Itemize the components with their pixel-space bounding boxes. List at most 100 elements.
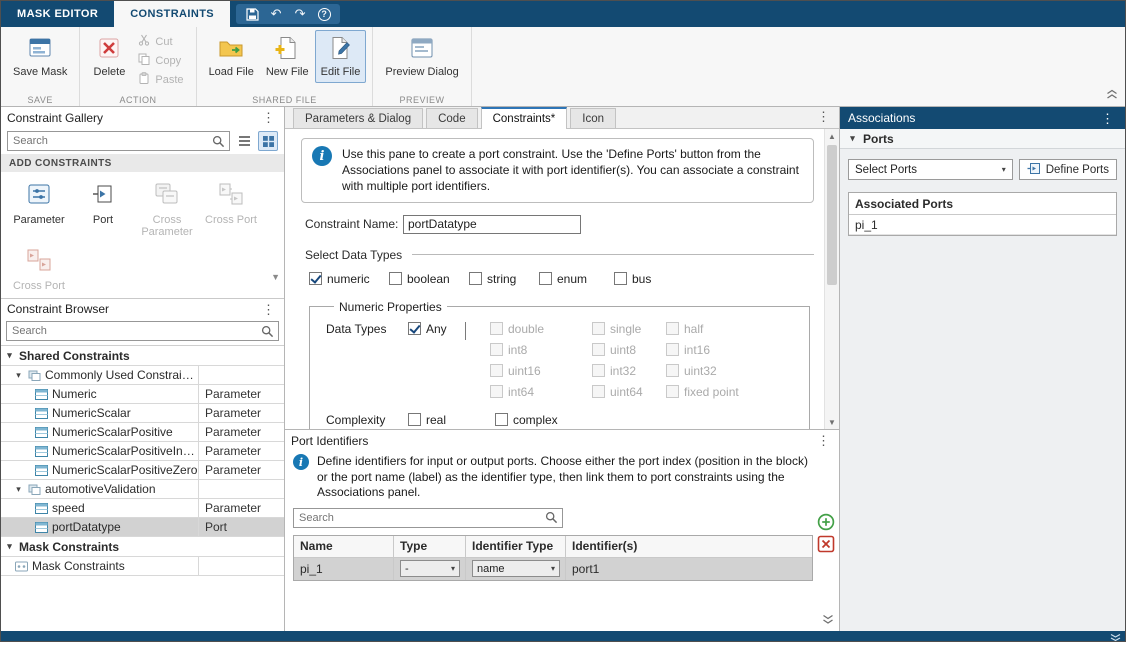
port-identifiers-table: Name Type Identifier Type Identifier(s) … [293, 535, 813, 581]
select-ports-dropdown[interactable]: Select Ports ▾ [848, 159, 1013, 180]
gallery-scroll-down-icon[interactable]: ▼ [271, 272, 280, 282]
checkbox [490, 385, 503, 398]
save-mask-icon [27, 35, 53, 64]
editor-menu-icon[interactable]: ⋮ [814, 110, 833, 123]
new-file-button[interactable]: New File [260, 30, 315, 83]
tree-group-commonly-used[interactable]: ▾ Commonly Used Constraints (R... [1, 366, 284, 385]
edit-file-button[interactable]: Edit File [315, 30, 367, 83]
tree-item-numericscalarpositive[interactable]: NumericScalarPositive Parameter [1, 423, 284, 442]
list-view-toggle[interactable] [234, 131, 254, 151]
complexity-row: Complexity real complex [326, 413, 803, 427]
cell-type: -▾ [394, 558, 466, 580]
add-port-identifier-button[interactable] [817, 513, 835, 531]
preview-dialog-button[interactable]: Preview Dialog [379, 30, 464, 83]
browser-search [6, 321, 279, 341]
tree-item-numericscalar[interactable]: NumericScalar Parameter [1, 404, 284, 423]
define-ports-button[interactable]: Define Ports [1019, 159, 1117, 180]
checkbox-boolean[interactable]: boolean [389, 272, 469, 286]
tab-constraints-pane[interactable]: Constraints* [481, 107, 568, 129]
table-row-pi-1[interactable]: pi_1 -▾ name▾ port1 [294, 558, 812, 580]
expander-icon[interactable]: ▾ [4, 541, 15, 552]
checkbox-int32: int32 [592, 364, 666, 378]
expander-icon[interactable]: ▾ [13, 370, 24, 381]
tree-item-speed[interactable]: speed Parameter [1, 499, 284, 518]
identifier-type-dropdown[interactable]: name▾ [472, 560, 560, 577]
gallery-search-input[interactable] [8, 135, 212, 147]
cut-icon [138, 34, 150, 49]
checkbox [490, 343, 503, 356]
constraint-name-input[interactable] [403, 215, 581, 234]
column-header-identifiers: Identifier(s) [566, 536, 812, 557]
grid-view-toggle[interactable] [258, 131, 278, 151]
associations-menu-icon[interactable]: ⋮ [1098, 112, 1117, 125]
search-icon [212, 135, 225, 148]
ribbon-group-preview: Preview Dialog PREVIEW [373, 27, 471, 106]
checkbox-any[interactable]: Any [408, 322, 465, 336]
checkbox-bus[interactable]: bus [614, 272, 651, 286]
checkbox-real[interactable]: real [408, 413, 495, 427]
expander-icon[interactable]: ▾ [13, 484, 24, 495]
associated-ports-table: Associated Ports pi_1 [848, 192, 1117, 236]
tree-item-numericscalarpositiveinteger[interactable]: NumericScalarPositiveInteger Parameter [1, 442, 284, 461]
port-identifiers-search-input[interactable] [294, 512, 545, 524]
tree-section-mask-constraints[interactable]: ▾ Mask Constraints [1, 537, 284, 557]
checkbox-string[interactable]: string [469, 272, 539, 286]
checkbox [666, 385, 679, 398]
undo-icon[interactable]: ↶ [268, 6, 284, 22]
tab-mask-editor[interactable]: MASK EDITOR [1, 1, 114, 27]
type-dropdown[interactable]: -▾ [400, 560, 460, 577]
tab-icon[interactable]: Icon [570, 108, 616, 128]
checkbox-uint32: uint32 [666, 364, 739, 378]
checkbox-enum[interactable]: enum [539, 272, 614, 286]
tree-item-numeric[interactable]: Numeric Parameter [1, 385, 284, 404]
tree-group-automotivevalidation[interactable]: ▾ automotiveValidation [1, 480, 284, 499]
constraint-icon [35, 426, 48, 439]
scrollbar-thumb[interactable] [827, 145, 837, 285]
info-icon: i [312, 146, 332, 166]
associations-title: Associations [848, 111, 1098, 125]
save-icon[interactable] [244, 6, 260, 22]
help-icon[interactable]: ? [316, 6, 332, 22]
center-panel: Parameters & Dialog Code Constraints* Ic… [285, 107, 839, 631]
checkbox [490, 322, 503, 335]
constraint-browser-header: Constraint Browser ⋮ [1, 298, 284, 319]
select-data-types-row: Select Data Types [305, 248, 814, 262]
checkbox-complex[interactable]: complex [495, 413, 558, 427]
tree-item-portdatatype[interactable]: portDatatype Port [1, 518, 284, 537]
load-file-button[interactable]: Load File [203, 30, 260, 83]
scroll-up-icon[interactable]: ▲ [825, 129, 839, 143]
collapse-statusbar-icon[interactable] [1110, 631, 1121, 645]
gallery-search-row [1, 128, 284, 154]
tree-item-numericscalarpositivezero[interactable]: NumericScalarPositiveZero Parameter [1, 461, 284, 480]
search-icon [261, 325, 274, 338]
redo-icon[interactable]: ↷ [292, 6, 308, 22]
save-mask-button[interactable]: Save Mask [7, 30, 73, 83]
browser-menu-icon[interactable]: ⋮ [259, 303, 278, 316]
gallery-menu-icon[interactable]: ⋮ [259, 111, 278, 124]
chevron-down-icon: ▾ [1002, 165, 1006, 174]
tab-code[interactable]: Code [426, 108, 478, 128]
gallery-item-port[interactable]: Port [71, 177, 135, 243]
collapse-ribbon-icon[interactable] [1106, 89, 1118, 103]
gallery-item-parameter[interactable]: Parameter [7, 177, 71, 243]
delete-port-identifier-button[interactable] [817, 535, 835, 553]
collapse-panel-icon[interactable] [822, 614, 834, 628]
delete-button[interactable]: Delete [86, 30, 132, 83]
scroll-down-icon[interactable]: ▼ [825, 415, 839, 429]
checkbox-numeric[interactable]: numeric [309, 272, 389, 286]
editor-scrollbar[interactable]: ▲ ▼ [824, 129, 839, 429]
info-icon: i [293, 454, 309, 470]
constraint-browser-tree: ▾ Shared Constraints ▾ Commonly Used Con… [1, 345, 284, 576]
associated-port-row[interactable]: pi_1 [849, 215, 1116, 235]
column-header-name: Name [294, 536, 394, 557]
port-identifiers-menu-icon[interactable]: ⋮ [814, 434, 833, 447]
ports-section-header[interactable]: ▾ Ports [840, 129, 1125, 149]
browser-search-input[interactable] [7, 325, 261, 337]
clipboard-actions: Cut Copy Paste [132, 30, 189, 89]
tree-item-mask-constraints[interactable]: Mask Constraints [1, 557, 284, 576]
port-identifiers-panel: Port Identifiers ⋮ i Define identifiers … [285, 429, 839, 631]
tree-section-shared-constraints[interactable]: ▾ Shared Constraints [1, 346, 284, 366]
expander-icon[interactable]: ▾ [4, 350, 15, 361]
tab-parameters-dialog[interactable]: Parameters & Dialog [293, 108, 423, 128]
tab-constraints[interactable]: CONSTRAINTS [114, 1, 230, 27]
